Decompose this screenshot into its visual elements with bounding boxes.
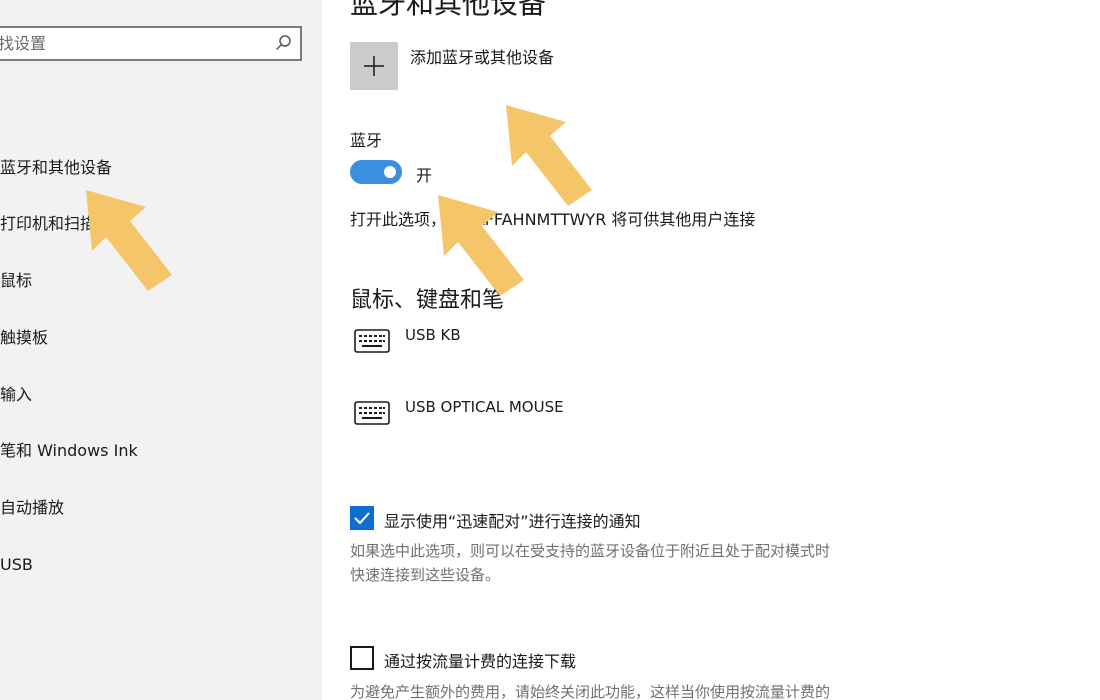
bluetooth-toggle[interactable] bbox=[350, 160, 402, 184]
swift-pair-label[interactable]: 显示使用“迅速配对”进行连接的通知 bbox=[384, 508, 641, 532]
discoverable-text: 打开此选项，MS-LFFAHNMTTWYR 将可供其他用户连接 bbox=[350, 210, 756, 229]
add-device-label[interactable]: 添加蓝牙或其他设备 bbox=[410, 44, 554, 68]
add-device-button[interactable] bbox=[350, 42, 398, 90]
swift-pair-checkbox[interactable] bbox=[350, 506, 374, 530]
swift-pair-description: 如果选中此选项，则可以在受支持的蓝牙设备位于附近且处于配对模式时 快速连接到这些… bbox=[350, 539, 910, 587]
sidebar: 蓝牙和其他设备 打印机和扫描仪 鼠标 触摸板 输入 笔和 Windows Ink… bbox=[0, 0, 322, 700]
main-content: 蓝牙和其他设备 添加蓝牙或其他设备 蓝牙 开 打开此选项，MS-LFFAHNMT… bbox=[322, 0, 1100, 700]
sidebar-item-autoplay[interactable]: 自动播放 bbox=[0, 488, 64, 528]
bluetooth-state: 开 bbox=[416, 166, 433, 185]
sidebar-item-bluetooth[interactable]: 蓝牙和其他设备 bbox=[0, 148, 112, 188]
keyboard-icon bbox=[354, 329, 390, 353]
search-box[interactable] bbox=[0, 26, 302, 61]
swift-pair-desc-line-1: 如果选中此选项，则可以在受支持的蓝牙设备位于附近且处于配对模式时 bbox=[350, 542, 831, 560]
metered-download-label[interactable]: 通过按流量计费的连接下载 bbox=[384, 648, 576, 672]
metered-download-checkbox[interactable] bbox=[350, 646, 374, 670]
sidebar-item-touchpad[interactable]: 触摸板 bbox=[0, 318, 48, 358]
plus-icon bbox=[364, 56, 384, 76]
sidebar-item-usb[interactable]: USB bbox=[0, 545, 33, 585]
checkmark-icon bbox=[354, 512, 370, 525]
sidebar-item-pen[interactable]: 笔和 Windows Ink bbox=[0, 431, 138, 471]
toggle-knob bbox=[384, 166, 396, 178]
search-icon[interactable] bbox=[274, 34, 292, 52]
swift-pair-desc-line-2: 快速连接到这些设备。 bbox=[350, 566, 501, 584]
section-heading-input-devices: 鼠标、键盘和笔 bbox=[350, 288, 505, 313]
metered-description: 为避免产生额外的费用，请始终关闭此功能，这样当你使用按流量计费的 bbox=[350, 683, 831, 700]
sidebar-item-typing[interactable]: 输入 bbox=[0, 375, 32, 415]
device-name: USB KB bbox=[405, 326, 461, 344]
search-input[interactable] bbox=[0, 28, 258, 59]
page-title: 蓝牙和其他设备 bbox=[350, 0, 547, 20]
device-name: USB OPTICAL MOUSE bbox=[405, 398, 564, 416]
sidebar-item-mouse[interactable]: 鼠标 bbox=[0, 261, 32, 301]
bluetooth-label: 蓝牙 bbox=[350, 131, 383, 150]
keyboard-icon bbox=[354, 401, 390, 425]
sidebar-item-printers[interactable]: 打印机和扫描仪 bbox=[0, 204, 112, 244]
